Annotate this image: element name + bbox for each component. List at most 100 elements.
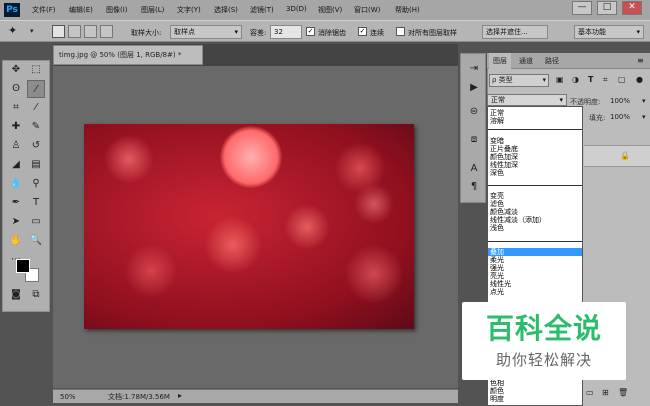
red-bokeh-photo[interactable] xyxy=(84,124,414,329)
menu-select[interactable]: 选择(S) xyxy=(214,5,238,15)
clone-stamp-icon[interactable]: ♙ xyxy=(7,137,25,155)
chevron-down-icon[interactable]: ▾ xyxy=(642,97,646,105)
character-panel-icon[interactable]: A xyxy=(465,160,483,178)
panel-menu-icon[interactable]: ≡ xyxy=(637,56,644,65)
blend-option[interactable]: 滤色 xyxy=(490,201,504,208)
filter-toggle-icon[interactable]: ● xyxy=(636,75,643,84)
blur-tool-icon[interactable]: 💧 xyxy=(7,175,25,193)
menu-edit[interactable]: 编辑(E) xyxy=(69,5,93,15)
all-layers-checkbox[interactable] xyxy=(396,27,405,36)
blend-option[interactable]: 明度 xyxy=(490,396,504,403)
chevron-down-icon[interactable]: ▾ xyxy=(642,113,646,121)
gradient-tool-icon[interactable]: ▤ xyxy=(27,156,45,174)
menu-window[interactable]: 窗口(W) xyxy=(354,5,380,15)
rectangle-tool-icon[interactable]: ▭ xyxy=(27,213,45,231)
delete-layer-icon[interactable]: 🗑 xyxy=(618,388,628,397)
blend-option[interactable]: 变暗 xyxy=(490,138,504,145)
image-filter-icon[interactable]: ▣ xyxy=(556,75,564,84)
blend-option[interactable]: 深色 xyxy=(490,170,504,177)
eraser-tool-icon[interactable]: ◢ xyxy=(7,156,25,174)
shape-filter-icon[interactable]: ⌗ xyxy=(603,75,608,85)
hand-tool-icon[interactable]: ✋ xyxy=(7,232,25,250)
history-panel-icon[interactable]: ⇥ xyxy=(465,60,483,78)
sample-size-select[interactable]: 取样点 ▾ xyxy=(170,25,242,39)
antialias-checkbox[interactable]: ✓ xyxy=(306,27,315,36)
pen-tool-icon[interactable]: ✒ xyxy=(7,194,25,212)
close-button[interactable]: ✕ xyxy=(622,1,642,15)
opacity-value[interactable]: 100% xyxy=(610,97,630,105)
properties-panel-icon[interactable]: ⊜ xyxy=(465,103,483,121)
blend-option[interactable]: 柔光 xyxy=(490,257,504,264)
tolerance-input[interactable]: 32 xyxy=(270,25,302,39)
tab-channels[interactable]: 通道 xyxy=(515,53,537,69)
minimize-button[interactable]: — xyxy=(572,1,592,15)
smart-object-filter-icon[interactable]: ▢ xyxy=(618,75,626,84)
tab-paths[interactable]: 路径 xyxy=(541,53,563,69)
crop-tool-icon[interactable]: ⌗ xyxy=(7,99,25,117)
adjustment-filter-icon[interactable]: ◑ xyxy=(572,75,579,84)
document-tab[interactable]: timg.jpg @ 50% (图层 1, RGB/8#) * xyxy=(53,45,203,65)
layer-kind-filter[interactable]: ρ 类型 ▾ xyxy=(489,74,549,87)
layer-row[interactable]: 🔒 xyxy=(584,145,650,167)
contiguous-checkbox[interactable]: ✓ xyxy=(358,27,367,36)
blend-option[interactable]: 颜色减淡 xyxy=(490,209,518,216)
add-selection-icon[interactable] xyxy=(68,25,81,38)
screen-mode-icon[interactable]: ⧉ xyxy=(27,286,45,304)
blend-option[interactable]: 点光 xyxy=(490,289,504,296)
menu-image[interactable]: 图像(I) xyxy=(106,5,128,15)
foreground-color-swatch[interactable] xyxy=(16,259,30,273)
tab-layers[interactable]: 图层 xyxy=(489,53,511,69)
zoom-level[interactable]: 50% xyxy=(60,391,76,403)
blend-option[interactable]: 浅色 xyxy=(490,225,504,232)
maximize-button[interactable]: □ xyxy=(597,1,617,15)
type-tool-icon[interactable]: T xyxy=(27,194,45,212)
magic-wand-tool-icon[interactable]: ⁄ xyxy=(27,80,45,98)
blend-option[interactable]: 正片叠底 xyxy=(490,146,518,153)
menu-3d[interactable]: 3D(D) xyxy=(286,5,307,13)
blend-option[interactable]: 线性光 xyxy=(490,281,511,288)
intersect-selection-icon[interactable] xyxy=(100,25,113,38)
menu-filter[interactable]: 滤镜(T) xyxy=(250,5,274,15)
menu-help[interactable]: 帮助(H) xyxy=(395,5,420,15)
marquee-tool-icon[interactable]: ⬚ xyxy=(27,61,45,79)
zoom-tool-icon[interactable]: 🔍 xyxy=(27,232,45,250)
blend-option[interactable]: 颜色加深 xyxy=(490,154,518,161)
blend-option[interactable]: 强光 xyxy=(490,265,504,272)
blend-option[interactable]: 正常 xyxy=(490,110,504,117)
dodge-tool-icon[interactable]: ⚲ xyxy=(27,175,45,193)
menu-file[interactable]: 文件(F) xyxy=(32,5,56,15)
new-group-icon[interactable]: ▭ xyxy=(586,388,594,397)
blend-option[interactable]: 亮光 xyxy=(490,273,504,280)
eyedropper-tool-icon[interactable]: ⁄ xyxy=(27,99,45,117)
brush-tool-icon[interactable]: ✎ xyxy=(27,118,45,136)
menu-layer[interactable]: 图层(L) xyxy=(141,5,164,15)
blend-mode-select[interactable]: 正常 ▾ xyxy=(487,94,567,106)
fill-value[interactable]: 100% xyxy=(610,113,630,121)
blend-option[interactable]: 线性加深 xyxy=(490,162,518,169)
clone-source-icon[interactable]: ⧈ xyxy=(465,131,483,149)
blend-option[interactable]: 溶解 xyxy=(490,118,504,125)
blend-option[interactable]: 线性减淡（添加） xyxy=(490,217,546,224)
blend-option-highlighted[interactable]: 叠加 xyxy=(490,249,504,256)
paragraph-panel-icon[interactable]: ¶ xyxy=(465,178,483,196)
magic-wand-tool-icon[interactable]: ✦ xyxy=(8,24,17,37)
workspace-select[interactable]: 基本功能 ▾ xyxy=(574,25,644,39)
blend-option[interactable]: 变亮 xyxy=(490,193,504,200)
quick-mask-icon[interactable]: ◙ xyxy=(7,286,25,304)
lasso-tool-icon[interactable]: ʘ xyxy=(7,80,25,98)
menu-view[interactable]: 视图(V) xyxy=(318,5,342,15)
type-filter-icon[interactable]: T xyxy=(588,75,593,84)
subtract-selection-icon[interactable] xyxy=(84,25,97,38)
new-selection-icon[interactable] xyxy=(52,25,65,38)
blend-option[interactable]: 颜色 xyxy=(490,388,504,395)
actions-panel-icon[interactable]: ▶ xyxy=(465,79,483,97)
select-and-mask-button[interactable]: 选择并遮住... xyxy=(482,25,548,39)
blend-option[interactable]: 色相 xyxy=(490,380,504,387)
healing-brush-icon[interactable]: ✚ xyxy=(7,118,25,136)
path-selection-icon[interactable]: ➤ xyxy=(7,213,25,231)
status-arrow-icon[interactable]: ▸ xyxy=(178,390,182,402)
move-tool-icon[interactable]: ✥ xyxy=(7,61,25,79)
chevron-down-icon[interactable]: ▾ xyxy=(30,27,34,35)
menu-type[interactable]: 文字(Y) xyxy=(177,5,201,15)
history-brush-icon[interactable]: ↺ xyxy=(27,137,45,155)
